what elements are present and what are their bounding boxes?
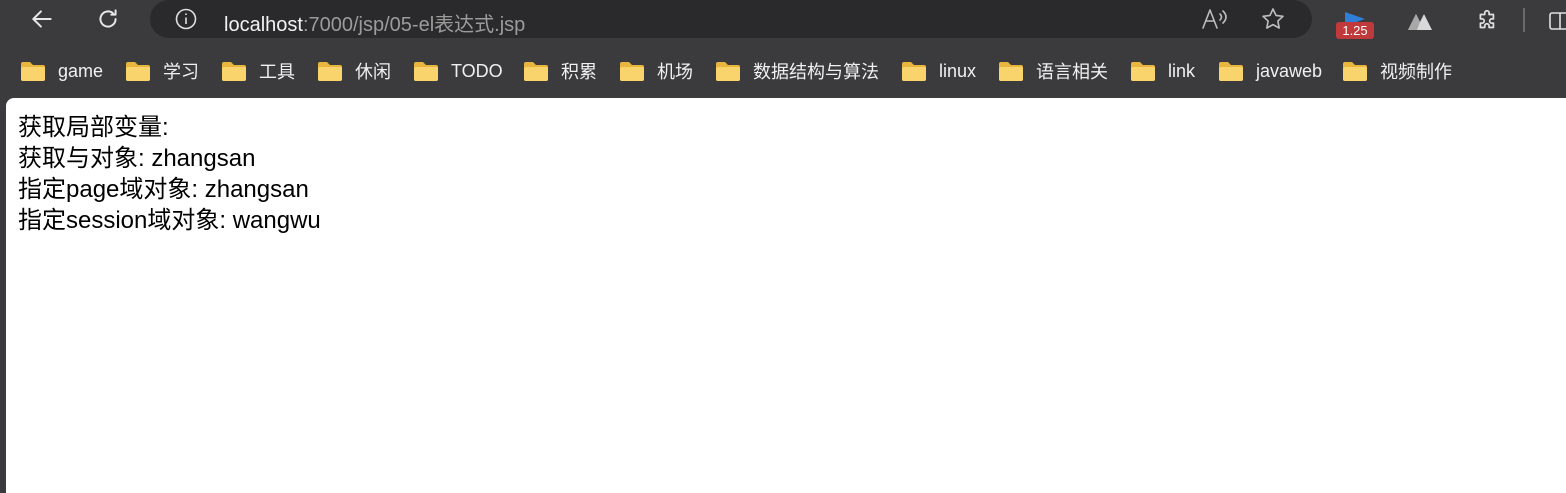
bookmark-label: linux [939,60,977,81]
bookmark-label: 学习 [163,62,199,82]
extensions-button[interactable] [1470,4,1506,38]
bookmark-folder[interactable]: 积累 [523,58,597,84]
browser-window: localhost:7000/jsp/05-el表达式.jsp 1.25 gam… [0,0,1566,493]
bookmark-label: game [58,60,104,81]
folder-icon [318,62,342,81]
bookmark-label: TODO [451,60,503,81]
arrow-left-icon [32,10,52,28]
puzzle-icon [1479,9,1495,29]
bookmark-label: 视频制作 [1380,62,1452,82]
refresh-button[interactable] [90,2,126,36]
bookmark-label: 积累 [561,62,597,82]
output-line: 获取局部变量: [18,114,169,141]
speed-badge: 1.25 [1336,22,1374,39]
bookmark-label: javaweb [1256,60,1323,81]
bookmark-folder[interactable]: 语言相关 [998,58,1108,84]
bookmarks-bar: game 学习 工具 休闲 TODO 积累 机场 数据结构与算法 linux 语… [0,50,1566,90]
url-host: localhost [224,14,303,36]
output-lines: 获取局部变量: 获取与对象: zhangsan 指定page域对象: zhang… [18,112,321,236]
bookmark-label: 机场 [657,62,693,82]
browser-toolbar: localhost:7000/jsp/05-el表达式.jsp 1.25 [0,0,1566,40]
bookmark-label: 数据结构与算法 [753,62,879,82]
folder-icon [1219,62,1243,81]
info-icon[interactable] [174,7,198,31]
back-button[interactable] [24,2,60,36]
split-screen-button[interactable] [1542,4,1566,38]
folder-icon [716,62,740,81]
bookmark-folder[interactable]: 工具 [221,58,295,84]
bookmark-label: link [1168,60,1196,81]
refresh-icon [99,9,117,28]
bookmark-folder[interactable]: 休闲 [317,58,391,84]
toolbar-divider [1523,8,1525,32]
favorite-star-icon[interactable] [1260,6,1286,32]
output-line: 指定session域对象: wangwu [18,207,321,234]
bookmark-folder[interactable]: game [20,58,103,84]
split-screen-icon [1549,12,1566,30]
bookmark-label: 语言相关 [1036,62,1108,82]
folder-icon [222,62,246,81]
url-path: :7000/jsp/05-el表达式.jsp [302,14,526,36]
address-bar[interactable]: localhost:7000/jsp/05-el表达式.jsp [150,0,1312,38]
folder-icon [620,62,644,81]
url-text[interactable]: localhost:7000/jsp/05-el表达式.jsp [224,8,525,37]
mountain-extension-button[interactable] [1402,4,1438,38]
bookmark-folder[interactable]: 机场 [619,58,693,84]
folder-icon [1131,62,1155,81]
bookmark-folder[interactable]: javaweb [1218,58,1322,84]
read-aloud-icon[interactable] [1200,6,1228,32]
bookmark-folder[interactable]: link [1130,58,1195,84]
page-content: 获取局部变量: 获取与对象: zhangsan 指定page域对象: zhang… [6,98,1566,493]
bookmark-label: 工具 [259,62,295,82]
output-line: 指定page域对象: zhangsan [18,176,309,203]
folder-icon [524,62,548,81]
folder-icon [21,62,45,81]
folder-icon [999,62,1023,81]
mountain-icon [1408,14,1432,30]
folder-icon [902,62,926,81]
bookmark-folder[interactable]: 视频制作 [1342,58,1452,84]
folder-icon [1343,62,1367,81]
folder-icon [126,62,150,81]
bookmark-folder[interactable]: linux [901,58,976,84]
bookmark-label: 休闲 [355,62,391,82]
bookmark-folder[interactable]: 学习 [125,58,199,84]
output-line: 获取与对象: zhangsan [18,145,256,172]
folder-icon [414,62,438,81]
bookmark-folder[interactable]: 数据结构与算法 [715,58,879,84]
bookmark-folder[interactable]: TODO [413,58,503,84]
